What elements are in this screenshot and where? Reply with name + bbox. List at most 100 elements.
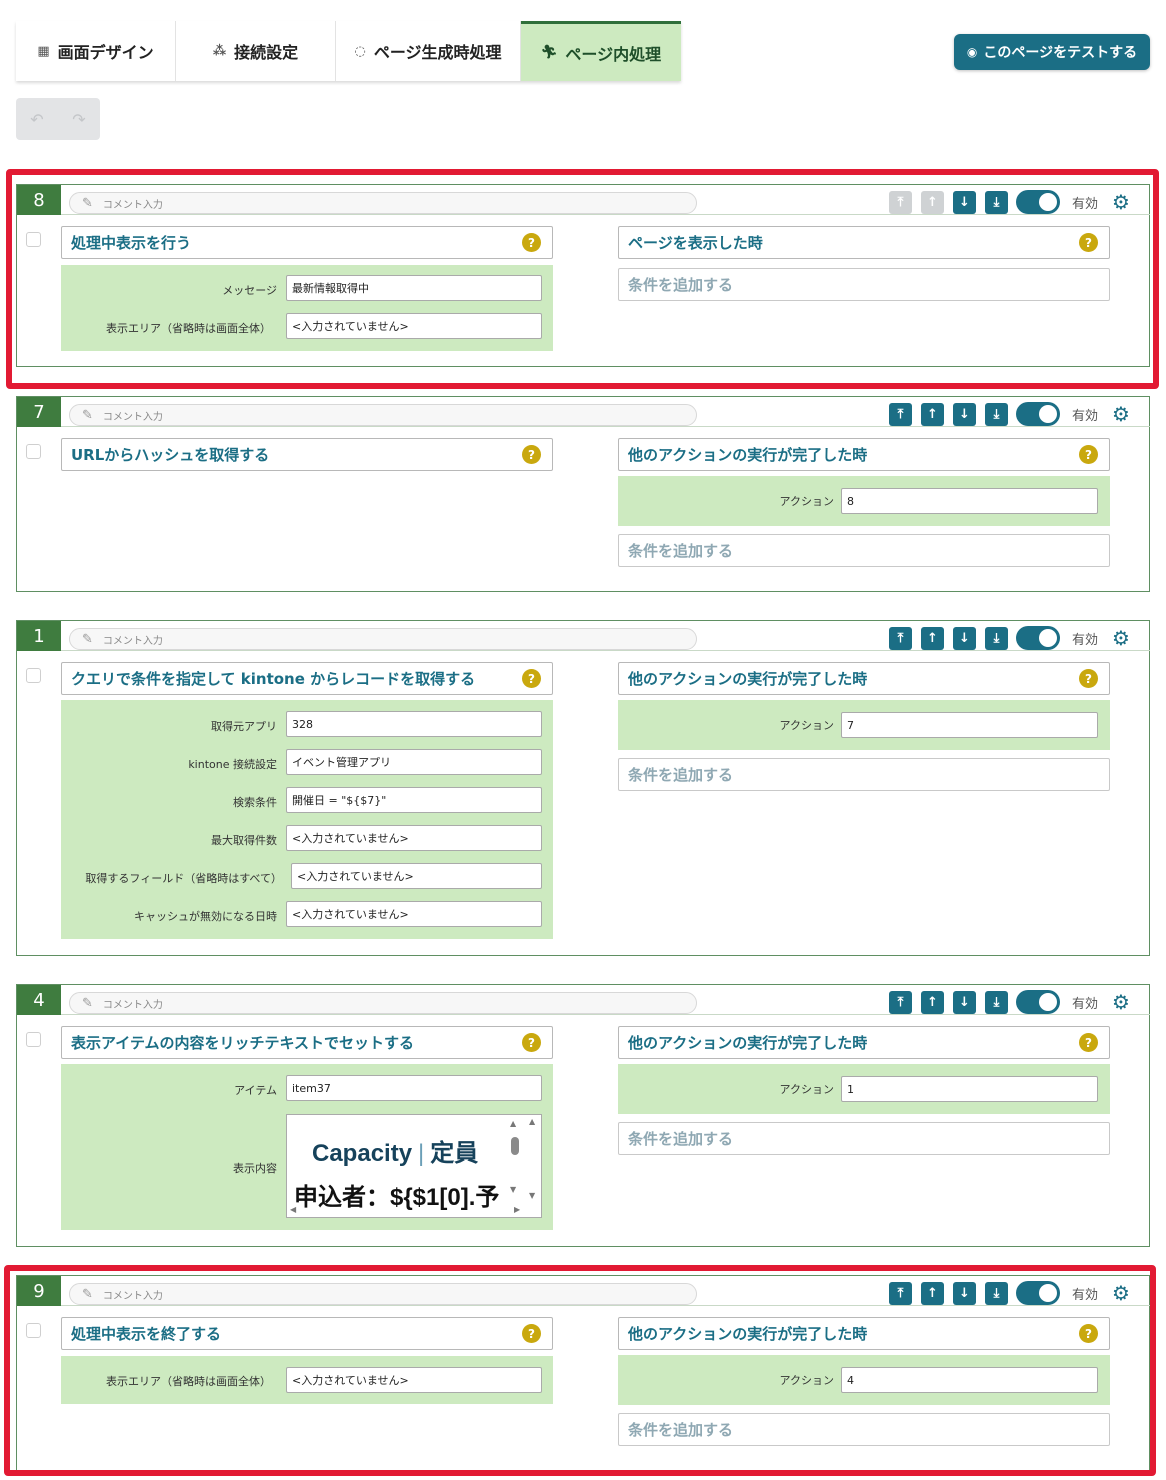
scroll-up-icon[interactable]: ▲ [529,1117,535,1126]
move-top-icon[interactable]: ⤒ [889,626,912,650]
scroll-left-icon[interactable]: ◀ [290,1205,296,1214]
scroll-down-icon[interactable]: ▼ [510,1185,516,1194]
add-condition-button[interactable]: 条件を追加する [618,1122,1110,1155]
help-icon[interactable]: ? [522,669,541,688]
param-input[interactable]: <入力されていません> [286,901,542,927]
undo-icon[interactable]: ↶ [30,110,43,129]
move-down-icon[interactable]: ↓ [953,990,976,1014]
divider [61,426,1150,427]
param-label: 表示エリア（省略時は画面全体） [106,322,271,335]
tab-in-page-processing[interactable]: 🏃︎ ページ内処理 [521,21,681,81]
move-down-icon[interactable]: ↓ [953,626,976,650]
comment-input[interactable]: ✎ コメント入力 [69,992,697,1014]
tab-page-generation[interactable]: ◌ ページ生成時処理 [336,21,521,81]
move-top-icon[interactable]: ⤒ [889,990,912,1014]
move-bottom-icon[interactable]: ⤓ [985,1281,1008,1305]
enabled-toggle[interactable] [1016,990,1060,1014]
help-icon[interactable]: ? [1079,233,1098,252]
param-input[interactable]: <入力されていません> [286,825,542,851]
param-input[interactable]: 4 [841,1367,1098,1393]
param-input[interactable]: 328 [286,711,542,737]
comment-placeholder: コメント入力 [102,411,163,423]
param-input[interactable]: 8 [841,488,1098,514]
help-icon[interactable]: ? [522,1033,541,1052]
move-bottom-icon[interactable]: ⤓ [985,190,1008,214]
action-title[interactable]: URLからハッシュを取得する ? [61,438,553,471]
redo-icon[interactable]: ↷ [72,110,85,129]
scroll-up-icon[interactable]: ▲ [510,1119,516,1128]
enabled-toggle[interactable] [1016,402,1060,426]
trigger-title[interactable]: 他のアクションの実行が完了した時 ? [618,1317,1110,1350]
gear-icon[interactable]: ⚙ [1112,404,1130,424]
action-title[interactable]: 処理中表示を終了する ? [61,1317,553,1350]
help-icon[interactable]: ? [1079,1324,1098,1343]
enabled-label: 有効 [1072,408,1099,424]
param-input[interactable]: <入力されていません> [286,1367,542,1393]
add-condition-button[interactable]: 条件を追加する [618,1413,1110,1446]
add-condition-button[interactable]: 条件を追加する [618,268,1110,301]
rich-text-editor[interactable]: Capacity | 定員 申込者：${$1[0].予 ▲ ▼ ▲ ▼ ◀ ▶ [286,1114,542,1218]
param-input[interactable]: 最新情報取得中 [286,275,542,301]
move-up-icon[interactable]: ↑ [921,402,944,426]
help-icon[interactable]: ? [522,233,541,252]
scroll-right-icon[interactable]: ▶ [514,1205,520,1214]
help-icon[interactable]: ? [522,445,541,464]
help-icon[interactable]: ? [1079,669,1098,688]
move-bottom-icon[interactable]: ⤓ [985,990,1008,1014]
trigger-title[interactable]: 他のアクションの実行が完了した時 ? [618,662,1110,695]
action-title[interactable]: クエリで条件を指定して kintone からレコードを取得する ? [61,662,553,695]
move-top-icon[interactable]: ⤒ [889,1281,912,1305]
comment-input[interactable]: ✎ コメント入力 [69,404,697,426]
tab-screen-design[interactable]: ▦ 画面デザイン [16,21,176,81]
trigger-params: アクション 4 [618,1355,1110,1405]
param-input[interactable]: イベント管理アプリ [286,749,542,775]
trigger-title[interactable]: ページを表示した時 ? [618,226,1110,259]
comment-input[interactable]: ✎ コメント入力 [69,628,697,650]
action-title-text: URLからハッシュを取得する [71,446,270,464]
param-input[interactable]: <入力されていません> [286,313,542,339]
move-bottom-icon[interactable]: ⤓ [985,626,1008,650]
param-input[interactable]: item37 [286,1075,542,1101]
move-down-icon[interactable]: ↓ [953,1281,976,1305]
move-up-icon[interactable]: ↑ [921,990,944,1014]
scroll-down-icon[interactable]: ▼ [529,1191,535,1200]
scroll-thumb[interactable] [511,1137,519,1155]
help-icon[interactable]: ? [522,1324,541,1343]
action-card: 8 ✎ コメント入力 ⤒ ↑ ↓ ⤓ 有効 ⚙ 処理中表示を行う ? メッセージ… [16,184,1150,367]
param-input[interactable]: 7 [841,712,1098,738]
select-checkbox[interactable] [26,1323,41,1338]
enabled-toggle[interactable] [1016,1281,1060,1305]
select-checkbox[interactable] [26,444,41,459]
comment-input[interactable]: ✎ コメント入力 [69,192,697,214]
gear-icon[interactable]: ⚙ [1112,192,1130,212]
add-condition-button[interactable]: 条件を追加する [618,534,1110,567]
enabled-toggle[interactable] [1016,190,1060,214]
trigger-title[interactable]: 他のアクションの実行が完了した時 ? [618,1026,1110,1059]
action-title[interactable]: 処理中表示を行う ? [61,226,553,259]
move-up-icon[interactable]: ↑ [921,626,944,650]
tab-connection-settings[interactable]: ⁂ 接続設定 [176,21,336,81]
gear-icon[interactable]: ⚙ [1112,992,1130,1012]
move-top-icon[interactable]: ⤒ [889,402,912,426]
move-down-icon[interactable]: ↓ [953,402,976,426]
help-icon[interactable]: ? [1079,445,1098,464]
gear-icon[interactable]: ⚙ [1112,628,1130,648]
gear-icon[interactable]: ⚙ [1112,1283,1130,1303]
move-bottom-icon[interactable]: ⤓ [985,402,1008,426]
select-checkbox[interactable] [26,1032,41,1047]
param-label: 表示エリア（省略時は画面全体） [106,1375,271,1388]
param-input[interactable]: 1 [841,1076,1098,1102]
select-checkbox[interactable] [26,668,41,683]
move-down-icon[interactable]: ↓ [953,190,976,214]
help-icon[interactable]: ? [1079,1033,1098,1052]
add-condition-button[interactable]: 条件を追加する [618,758,1110,791]
param-input[interactable]: <入力されていません> [291,863,542,889]
move-up-icon[interactable]: ↑ [921,1281,944,1305]
action-title[interactable]: 表示アイテムの内容をリッチテキストでセットする ? [61,1026,553,1059]
trigger-title[interactable]: 他のアクションの実行が完了した時 ? [618,438,1110,471]
test-page-button[interactable]: ◉ このページをテストする [954,34,1150,70]
comment-input[interactable]: ✎ コメント入力 [69,1283,697,1305]
param-input[interactable]: 開催日 = "${$7}" [286,787,542,813]
select-checkbox[interactable] [26,232,41,247]
enabled-toggle[interactable] [1016,626,1060,650]
